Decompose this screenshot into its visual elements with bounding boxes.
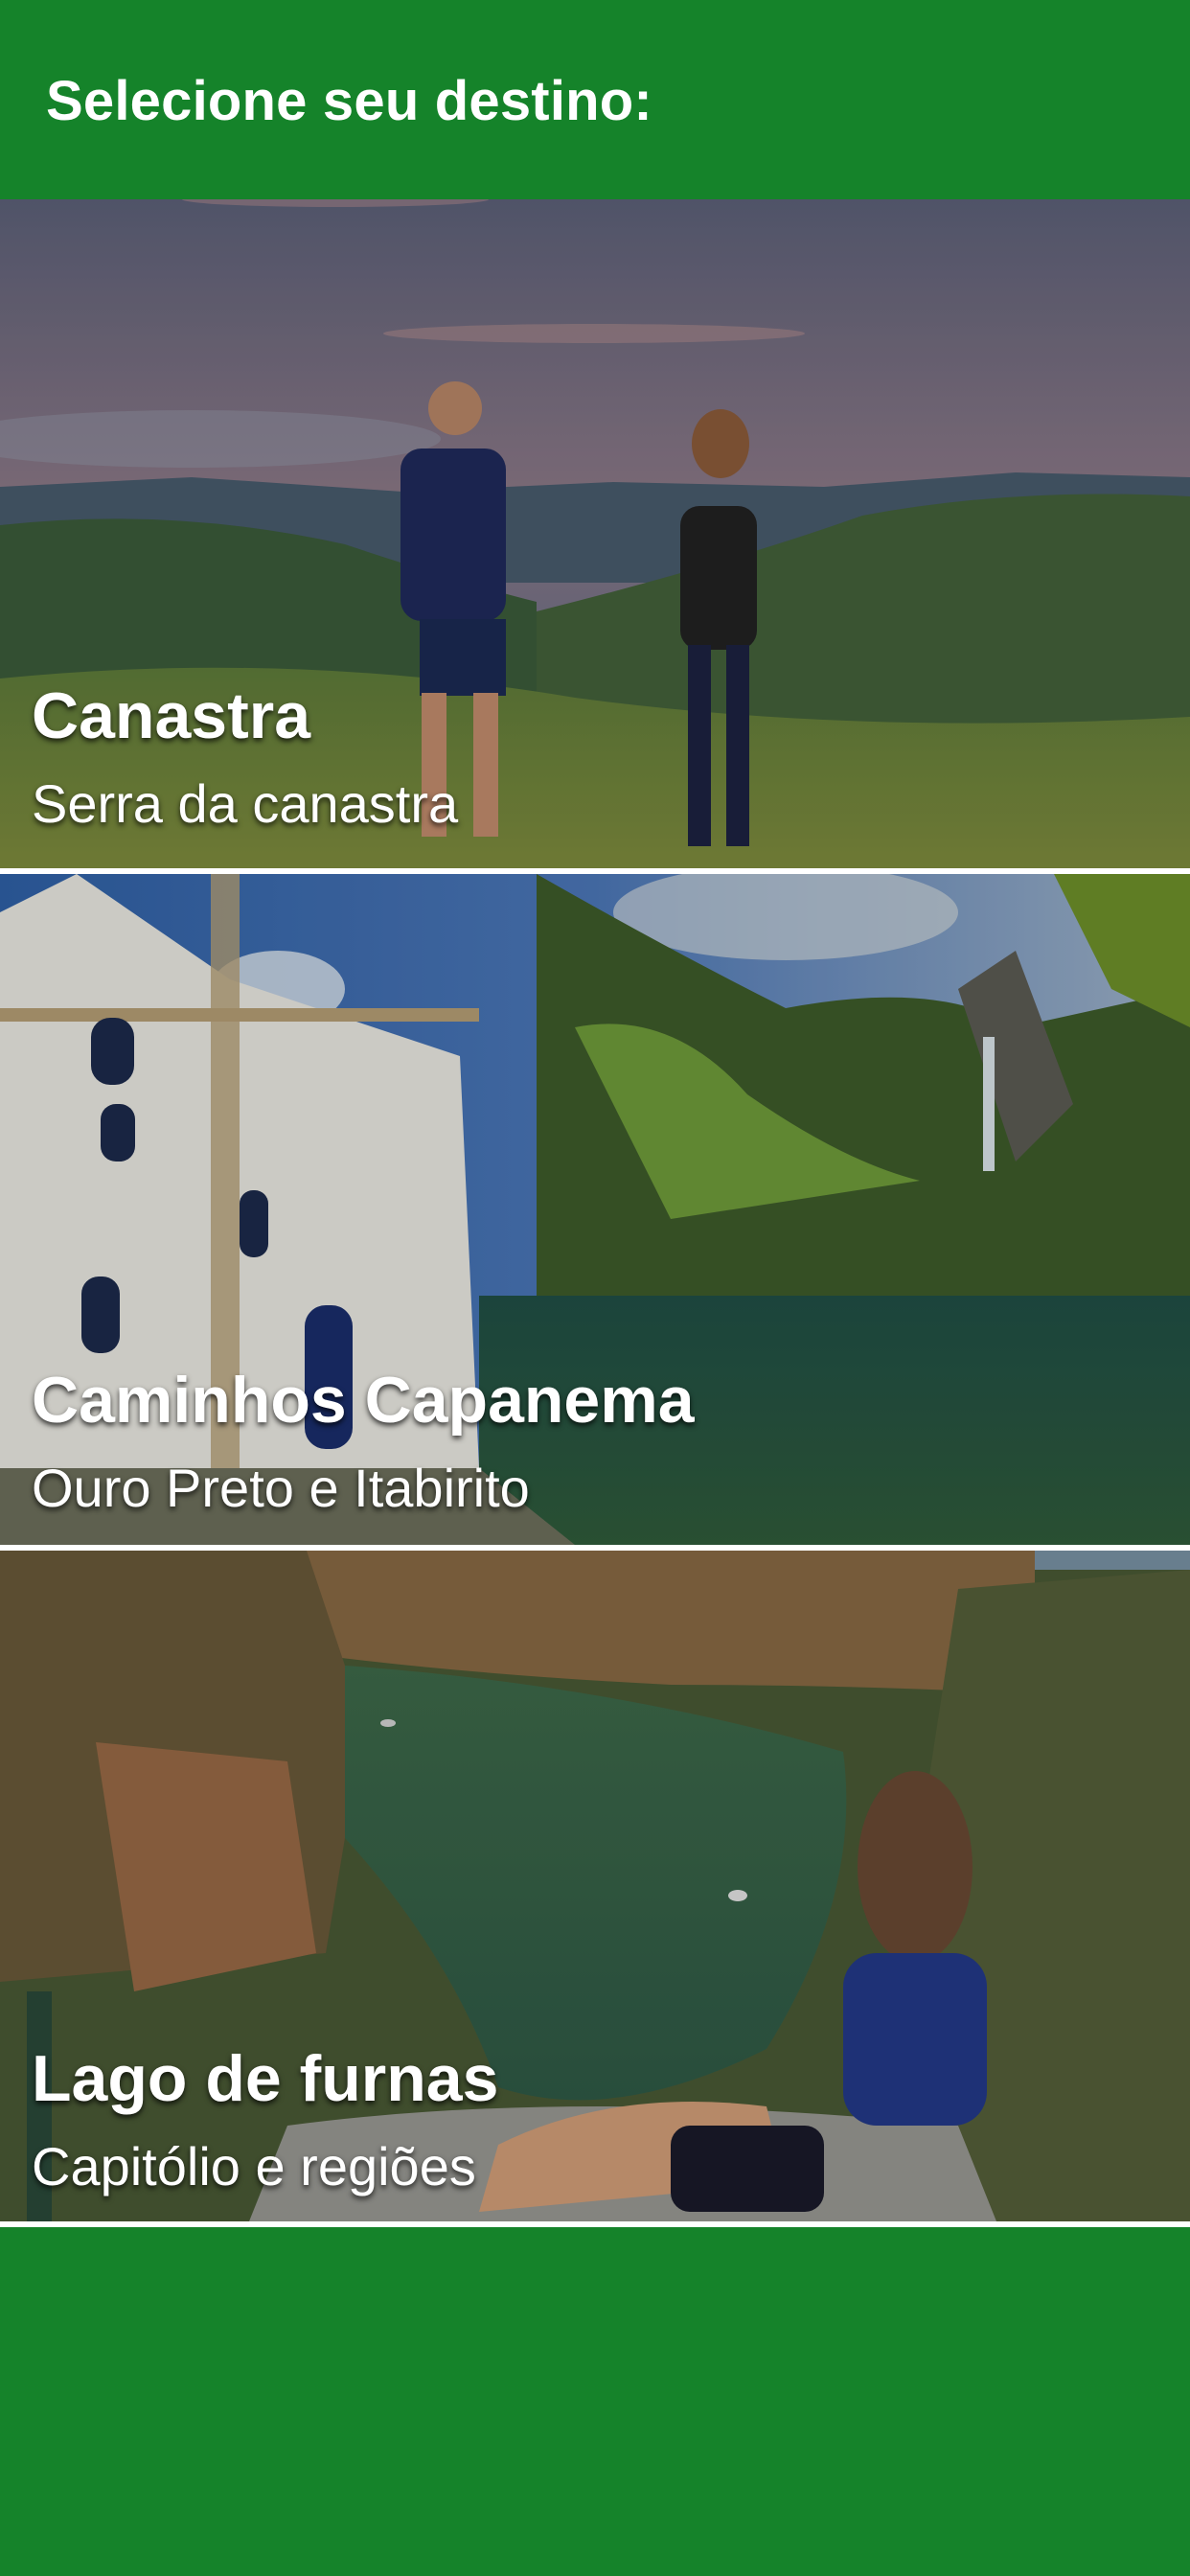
destination-card-lago-de-furnas[interactable]: Lago de furnas Capitólio e regiões bbox=[0, 1551, 1190, 2221]
church-waterfall-photo bbox=[0, 874, 1190, 1545]
destination-title: Lago de furnas bbox=[32, 2042, 499, 2115]
destination-card-caminhos-capanema[interactable]: Caminhos Capanema Ouro Preto e Itabirito bbox=[0, 874, 1190, 1545]
card-divider bbox=[0, 2221, 1190, 2227]
destination-subtitle: Capitólio e regiões bbox=[32, 2136, 476, 2196]
destination-subtitle: Ouro Preto e Itabirito bbox=[32, 1458, 530, 1518]
destination-title: Canastra bbox=[32, 679, 311, 752]
app-header: Selecione seu destino: bbox=[0, 0, 1190, 199]
page-title: Selecione seu destino: bbox=[46, 70, 652, 132]
destination-title: Caminhos Capanema bbox=[32, 1364, 695, 1437]
destination-subtitle: Serra da canastra bbox=[32, 773, 459, 834]
canyon-lake-photo bbox=[0, 1551, 1190, 2221]
mountain-couple-photo bbox=[0, 199, 1190, 868]
destination-card-canastra[interactable]: Canastra Serra da canastra bbox=[0, 199, 1190, 868]
